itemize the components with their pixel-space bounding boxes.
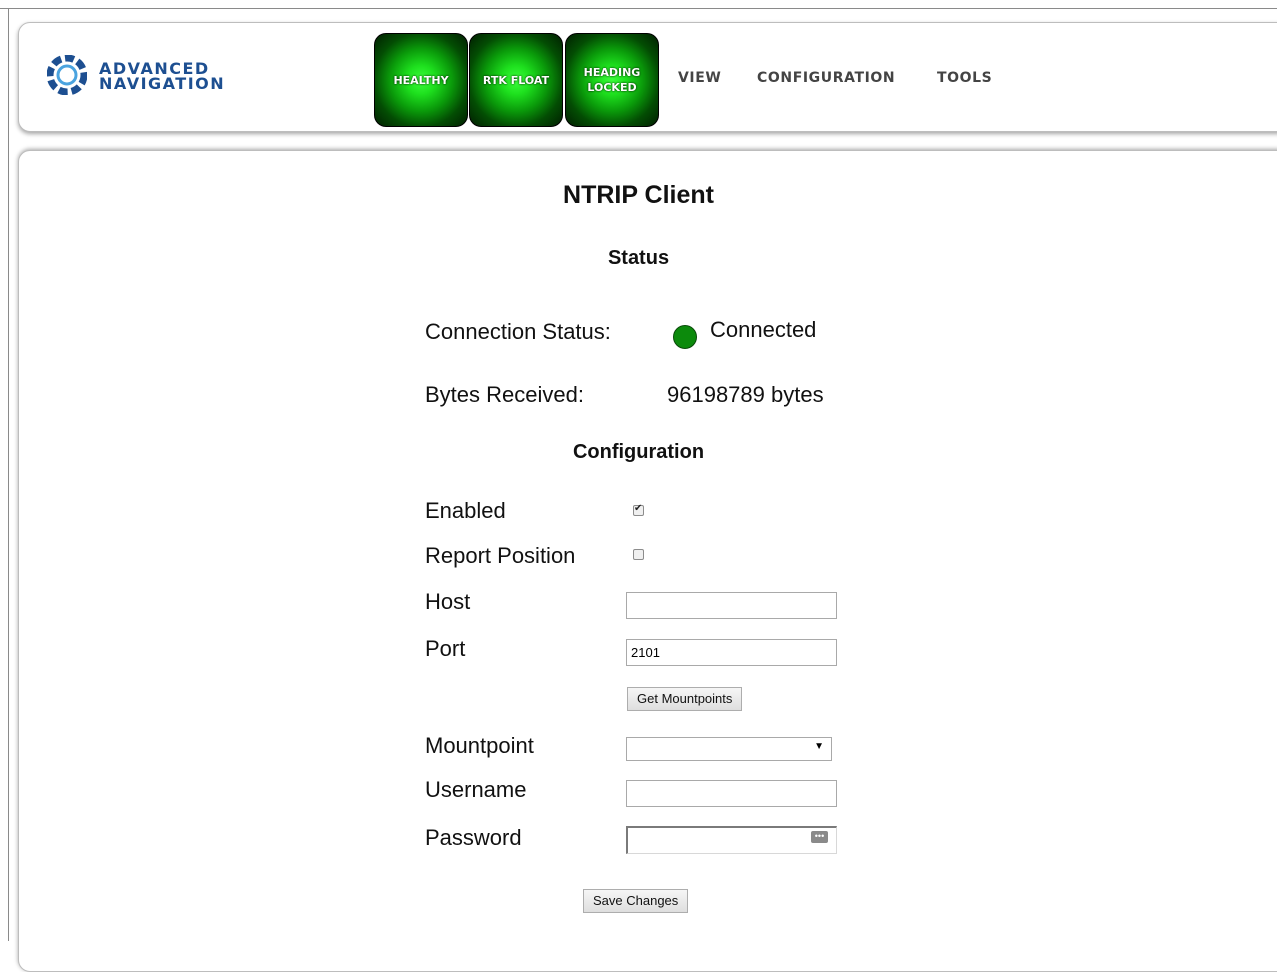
status-heading: Status — [607, 247, 670, 269]
password-manager-icon[interactable]: ••• — [811, 831, 828, 843]
mountpoint-select[interactable]: ▼ — [626, 737, 832, 761]
report-position-label: Report Position — [425, 543, 576, 568]
advanced-navigation-logo-icon — [47, 55, 87, 95]
connection-status-value: Connected — [710, 317, 817, 342]
menu-configuration[interactable]: CONFIGURATION — [757, 70, 895, 86]
heading-indicator-label-line-1: HEADING — [583, 66, 641, 79]
host-label: Host — [425, 589, 471, 614]
connection-status-label: Connection Status: — [425, 319, 611, 344]
healthy-status-indicator[interactable]: HEALTHY — [374, 33, 468, 127]
username-input[interactable] — [626, 780, 837, 807]
heading-locked-status-indicator[interactable]: HEADING LOCKED — [565, 33, 659, 127]
host-input[interactable] — [626, 592, 837, 619]
top-navigation-bar: ADVANCED NAVIGATION HEALTHY RTK FLOAT HE… — [18, 22, 1277, 132]
password-input[interactable]: ••• — [626, 826, 837, 854]
mountpoint-label: Mountpoint — [425, 733, 534, 758]
enabled-label: Enabled — [425, 498, 506, 523]
enabled-checkbox[interactable] — [633, 503, 644, 516]
menu-view[interactable]: VIEW — [678, 70, 721, 86]
rtk-float-status-indicator[interactable]: RTK FLOAT — [469, 33, 563, 127]
brand-name: ADVANCED NAVIGATION — [99, 61, 226, 93]
bytes-received-label: Bytes Received: — [425, 382, 584, 407]
bytes-received-value: 96198789 bytes — [667, 382, 824, 407]
window-frame-left — [8, 8, 9, 941]
page-title: NTRIP Client — [563, 181, 714, 209]
report-position-checkbox[interactable] — [633, 549, 644, 560]
get-mountpoints-button[interactable]: Get Mountpoints — [627, 687, 743, 711]
healthy-indicator-label: HEALTHY — [393, 73, 449, 87]
username-label: Username — [425, 777, 527, 802]
configuration-heading: Configuration — [572, 441, 705, 463]
save-changes-button[interactable]: Save Changes — [583, 889, 689, 913]
connection-status-indicator — [673, 325, 697, 349]
window-frame-top — [0, 8, 1277, 9]
port-label: Port — [425, 636, 466, 661]
brand-line-2: NAVIGATION — [99, 74, 226, 93]
password-label: Password — [425, 825, 522, 850]
rtk-indicator-label: RTK FLOAT — [482, 73, 550, 87]
port-input[interactable] — [626, 639, 837, 666]
menu-tools[interactable]: TOOLS — [937, 70, 992, 86]
heading-indicator-label-line-2: LOCKED — [587, 81, 637, 94]
dropdown-arrow-icon: ▼ — [814, 741, 824, 752]
